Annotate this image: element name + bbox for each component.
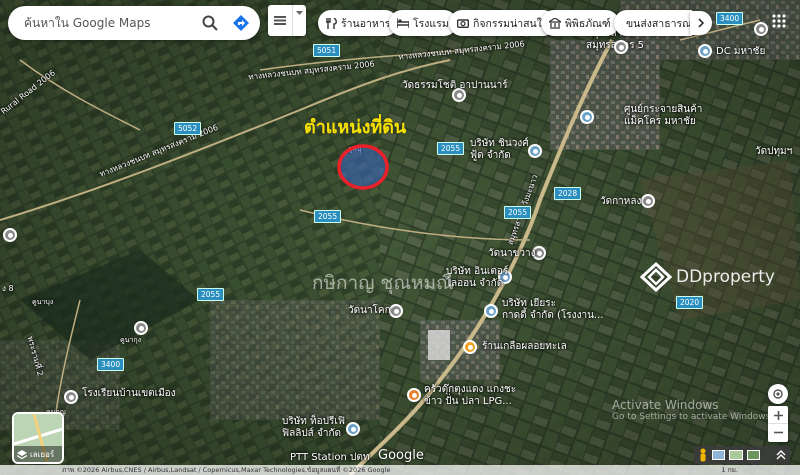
route-shield: 2055 — [437, 142, 465, 155]
expand-up-icon[interactable] — [776, 450, 786, 460]
imagery-thumbnail[interactable] — [729, 450, 743, 460]
activate-windows-title: Activate Windows — [612, 398, 719, 412]
scale-label: 1 กม. — [721, 466, 739, 474]
layers-toggle[interactable]: เลเยอร์ — [12, 412, 64, 464]
watermark-overlay-text: กษิกาญ ชุณหมณี — [312, 272, 454, 294]
fork-knife-icon — [326, 17, 337, 29]
search-box[interactable] — [8, 6, 260, 40]
place-label[interactable]: DC มหาชัย — [716, 46, 765, 58]
place-pin-icon[interactable] — [614, 40, 628, 54]
place-label[interactable]: วัดนาโคก — [348, 305, 391, 317]
route-shield: 3400 — [97, 358, 125, 371]
zoom-out-button[interactable] — [768, 424, 788, 441]
attribution-text: ภาพ ©2026 Airbus,CNES / Airbus,Landsat /… — [62, 466, 391, 474]
minus-icon — [773, 431, 783, 434]
route-shield: 2020 — [676, 296, 704, 309]
my-location-icon — [773, 389, 783, 399]
chip-label: กิจกรรมน่าสนใจ — [473, 17, 549, 30]
place-pin-icon[interactable] — [528, 144, 542, 158]
route-shield: 5052 — [174, 122, 202, 135]
bed-icon — [397, 18, 409, 28]
plus-icon — [773, 410, 783, 420]
route-shield: 3400 — [716, 12, 744, 25]
google-logo: Google — [378, 448, 424, 463]
place-label[interactable]: PTT Station ปตท — [290, 452, 369, 464]
route-shield: 2055 — [197, 288, 225, 301]
chip-label: พิพิธภัณฑ์ — [565, 17, 611, 30]
chevron-right-icon — [698, 18, 704, 28]
chip-transit[interactable]: ขนส่งสาธารณ — [614, 10, 692, 36]
place-pin-icon[interactable] — [134, 321, 148, 335]
route-shield: 5051 — [313, 44, 341, 57]
menu-icon[interactable] — [268, 5, 292, 36]
place-label[interactable]: คูนาบุง — [32, 298, 53, 306]
layers-icon — [17, 449, 27, 459]
route-shield: 2055 — [504, 206, 532, 219]
place-label[interactable]: ศูนย์กระจายสินค้า แม็คโคร มหาชัย — [624, 104, 702, 128]
directions-icon[interactable] — [232, 14, 250, 32]
bottom-controls — [694, 446, 790, 464]
place-label[interactable]: ครัวตุ๊กตุงแดง แกงชะ ข้าว ปั่น ปลา LPG..… — [424, 384, 516, 408]
imagery-thumbnail[interactable] — [746, 450, 761, 460]
zoom-in-button[interactable] — [768, 407, 788, 424]
layers-label: เลเยอร์ — [30, 449, 55, 459]
place-pin-icon[interactable] — [698, 44, 712, 58]
chip-label: โรงแรม — [413, 17, 449, 30]
place-label[interactable]: บริษัท ท็อปรีเฟิ ฟิลลิปส์ จำกัด — [282, 416, 345, 440]
place-label[interactable]: ร้านเกลือผลอยทะเล — [482, 341, 567, 353]
road-label-8: ง 8 — [2, 284, 14, 293]
route-shield: 2028 — [554, 187, 582, 200]
search-input[interactable] — [24, 16, 196, 30]
place-pin-icon[interactable] — [463, 340, 477, 354]
chip-museums[interactable]: พิพิธภัณฑ์ — [541, 10, 619, 36]
land-location-title: ตำแหน่งที่ดิน — [304, 117, 407, 138]
land-location-circle — [337, 144, 389, 190]
activate-windows-watermark: Activate Windows Go to Settings to activ… — [612, 398, 773, 422]
pegman-icon[interactable] — [698, 448, 708, 462]
map-canvas[interactable]: Rural Road 2006 ทางหลวงชนบท สมุทรสงคราม … — [0, 0, 800, 475]
place-pin-icon[interactable] — [484, 304, 498, 318]
apps-grid-button[interactable] — [764, 10, 794, 32]
camera-icon — [457, 19, 469, 28]
place-pin-icon[interactable] — [64, 390, 78, 404]
place-pin-icon[interactable] — [389, 304, 403, 318]
place-label[interactable]: วัดธรรมโชติ อาปานนาร์ — [402, 80, 508, 92]
place-label[interactable]: โรงเรียนบ้านเขตเมือง — [82, 388, 176, 400]
place-pin-icon[interactable] — [346, 422, 360, 436]
attribution-bar: ภาพ ©2026 Airbus,CNES / Airbus,Landsat /… — [0, 465, 800, 475]
ddproperty-logo-icon — [640, 262, 672, 292]
activate-windows-subtitle: Go to Settings to activate Windows. — [612, 412, 774, 422]
chip-things-to-do[interactable]: กิจกรรมน่าสนใจ — [449, 10, 557, 36]
place-label[interactable]: วัดกาหลง — [600, 196, 641, 208]
museum-icon — [549, 17, 561, 29]
place-pin-icon[interactable] — [580, 110, 594, 124]
place-label[interactable]: บริษัท อินเตอร์ ไลออน จำกัด — [446, 266, 508, 290]
place-pin-icon[interactable] — [641, 194, 655, 208]
place-label[interactable]: วัดปทุมฯ — [755, 146, 792, 158]
place-label[interactable]: วัดนาขวาง — [488, 248, 536, 260]
place-pin-icon[interactable] — [3, 228, 17, 242]
zoom-controls — [768, 406, 788, 442]
chip-label: ร้านอาหาร — [341, 17, 391, 30]
imagery-thumbnail[interactable] — [711, 450, 726, 460]
place-pin-icon[interactable] — [407, 388, 421, 402]
layers-label-bar: เลเยอร์ — [14, 446, 62, 462]
ddproperty-brand: DDproperty — [676, 267, 775, 287]
chip-hotels[interactable]: โรงแรม — [389, 10, 457, 36]
route-shield: 2055 — [314, 210, 342, 223]
my-location-button[interactable] — [768, 384, 788, 404]
ddproperty-watermark: DDproperty — [640, 262, 775, 292]
apps-grid-icon — [772, 14, 786, 28]
chip-restaurants[interactable]: ร้านอาหาร — [318, 10, 399, 36]
chip-label: ขนส่งสาธารณ — [626, 17, 692, 30]
map-type-dropdown[interactable] — [268, 5, 306, 36]
search-icon[interactable] — [202, 15, 218, 31]
place-label[interactable]: บริษัท ชินวงศ์ ฟู้ด จำกัด — [470, 138, 529, 162]
chevron-down-icon[interactable] — [292, 5, 306, 36]
place-label[interactable]: บริษัท เยียระ กาดดี้ จำกัด (โรงงาน... — [502, 298, 603, 322]
place-label[interactable]: คูนากุง — [120, 336, 141, 344]
